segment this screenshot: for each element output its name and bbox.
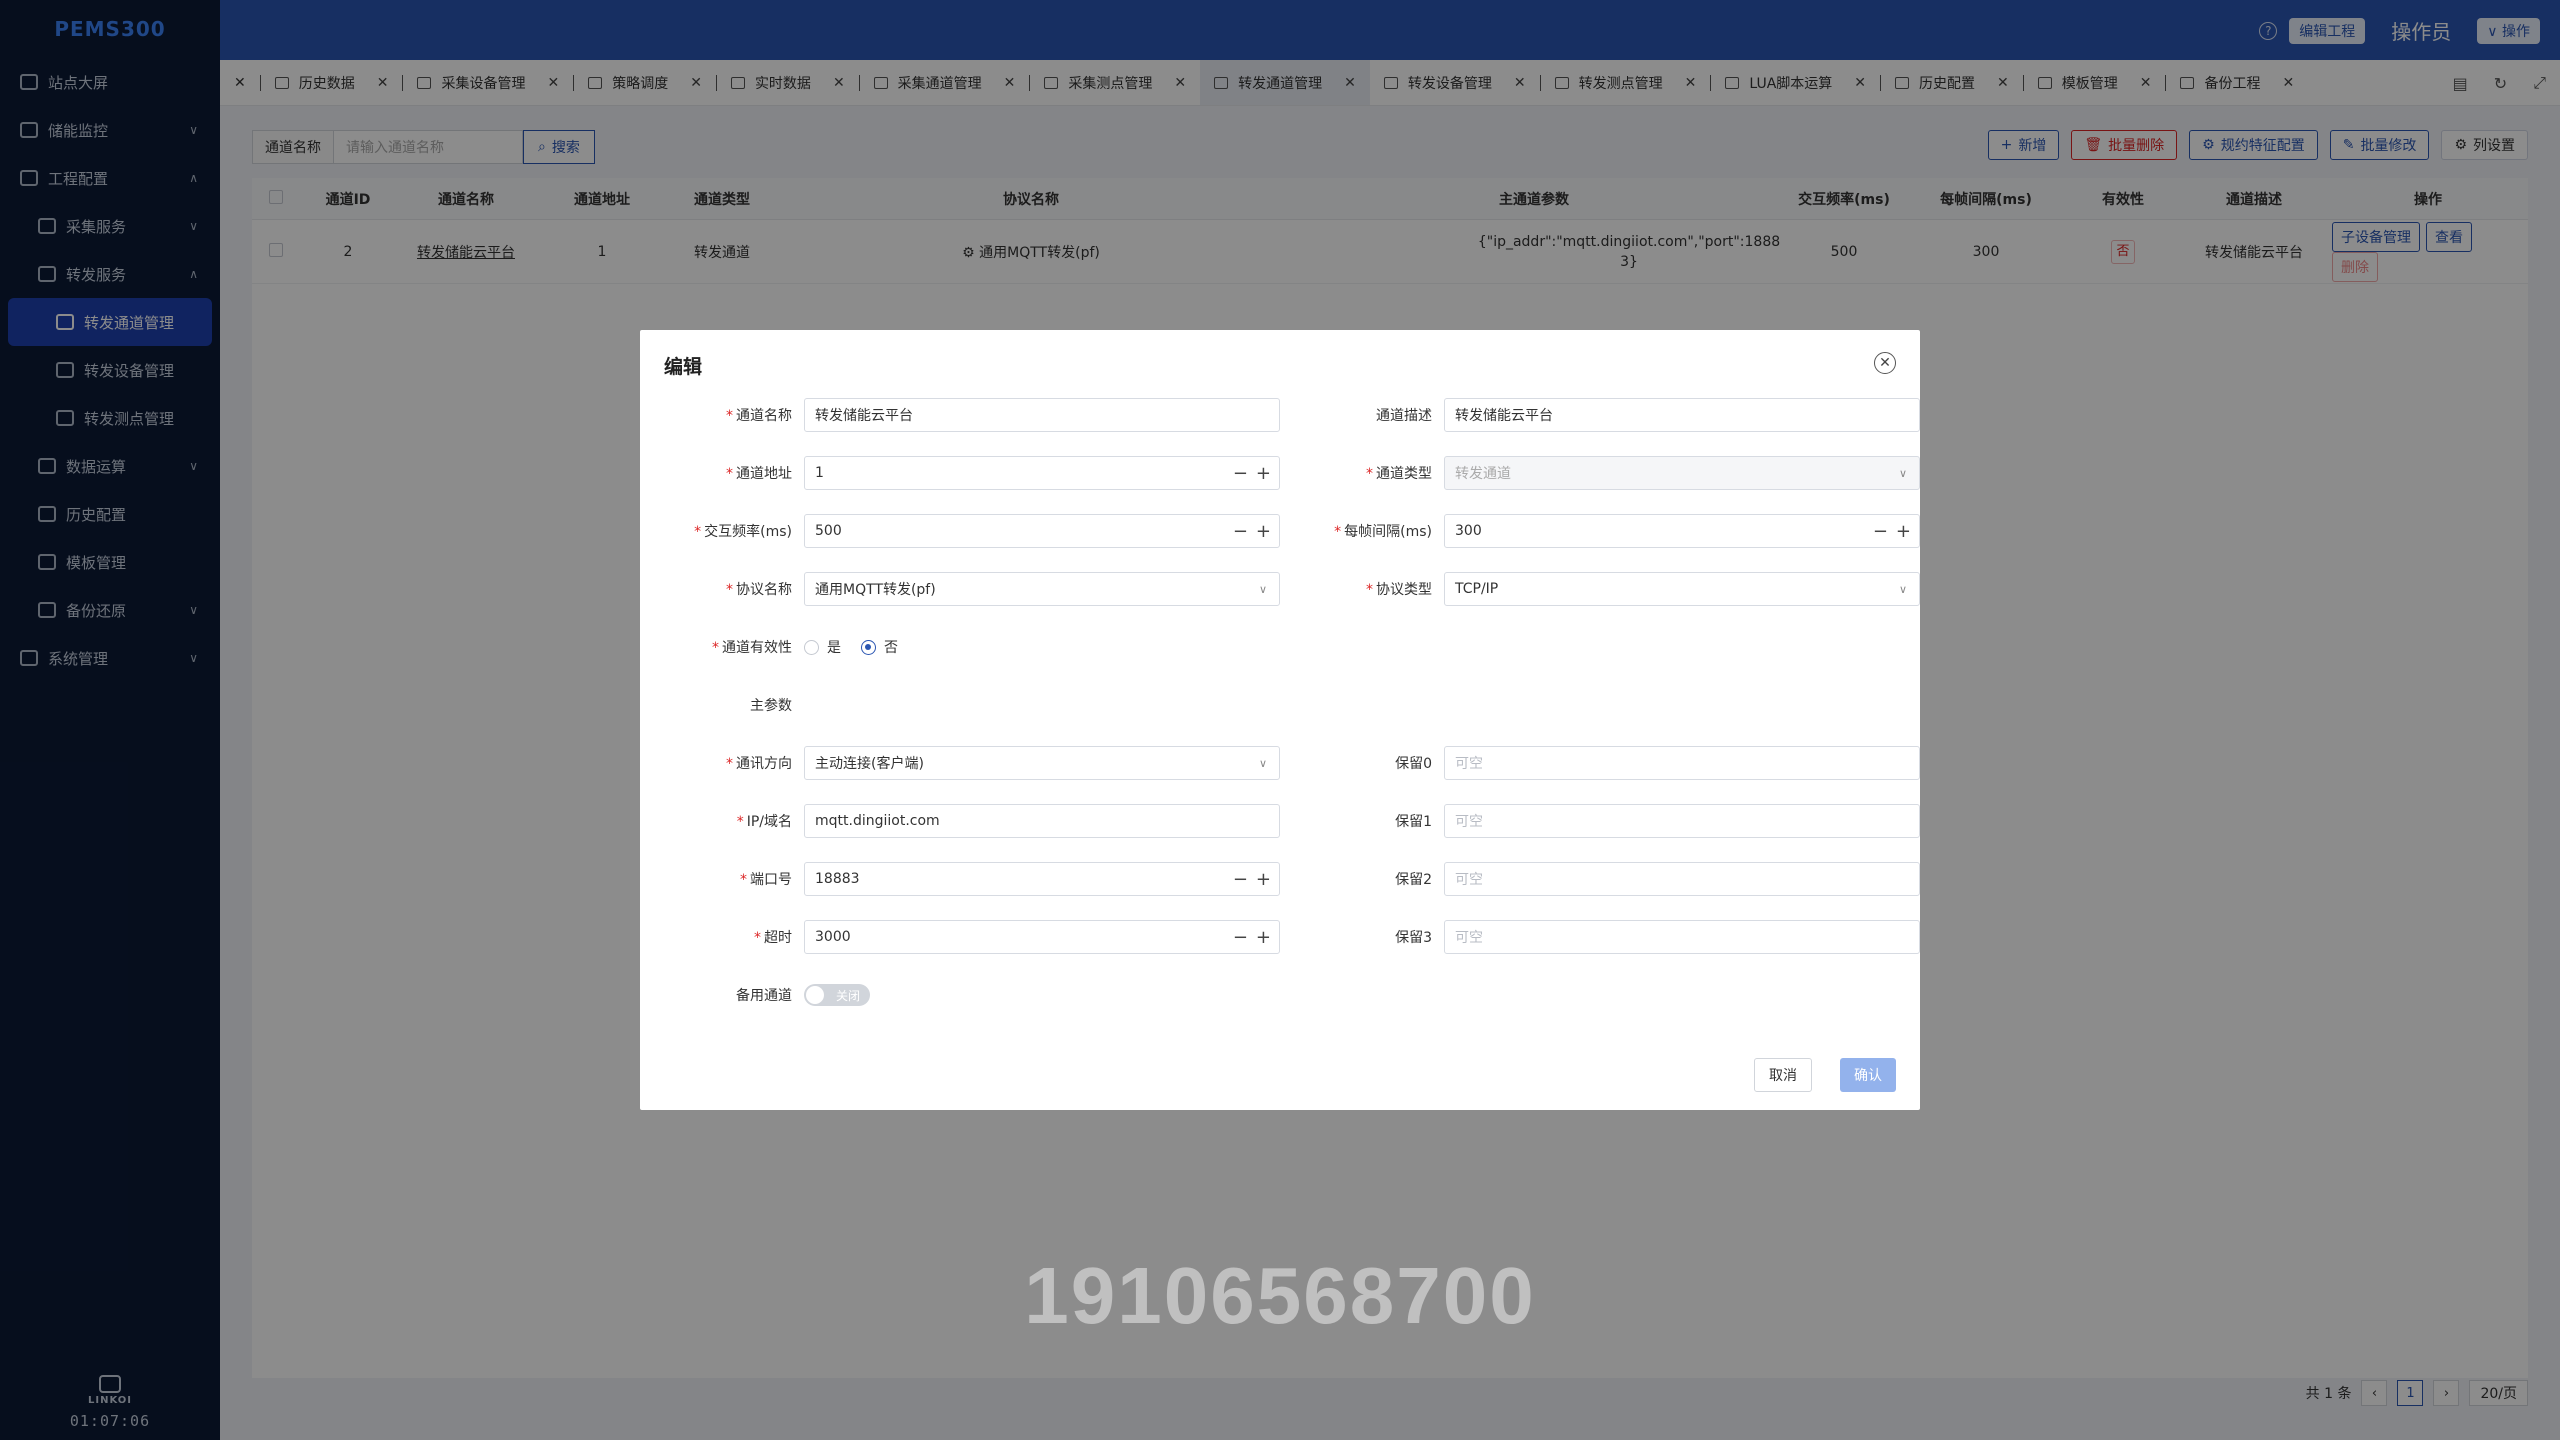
plus-icon[interactable]: + — [1896, 521, 1911, 542]
field-channel-name: * 通道名称 转发储能云平台 — [640, 398, 1280, 432]
chevron-down-icon: ∨ — [1898, 582, 1907, 596]
reserve2-input[interactable]: 可空 — [1444, 862, 1920, 896]
field-interaction-freq: * 交互频率(ms) 500− + — [640, 514, 1280, 548]
confirm-button[interactable]: 确认 — [1840, 1058, 1896, 1092]
channel-address-input[interactable]: 1− + — [804, 456, 1280, 490]
protocol-name-select[interactable]: 通用MQTT转发(pf) ∨ — [804, 572, 1280, 606]
valid-yes-radio[interactable] — [804, 639, 819, 655]
close-icon[interactable]: ✕ — [1874, 352, 1896, 374]
field-frame-interval: * 每帧间隔(ms) 300− + — [1280, 514, 1920, 548]
minus-icon[interactable]: − — [1233, 463, 1248, 484]
channel-desc-input[interactable]: 转发储能云平台 — [1444, 398, 1920, 432]
minus-icon[interactable]: − — [1233, 869, 1248, 890]
plus-icon[interactable]: + — [1256, 927, 1271, 948]
reserve3-input[interactable]: 可空 — [1444, 920, 1920, 954]
field-reserve3: 保留3 可空 — [1280, 920, 1920, 954]
field-channel-type: * 通道类型 转发通道 ∨ — [1280, 456, 1920, 490]
protocol-type-select[interactable]: TCP/IP ∨ — [1444, 572, 1920, 606]
frame-interval-input[interactable]: 300− + — [1444, 514, 1920, 548]
field-ip: * IP/域名 mqtt.dingiiot.com — [640, 804, 1280, 838]
reserve1-input[interactable]: 可空 — [1444, 804, 1920, 838]
field-channel-desc: 通道描述 转发储能云平台 — [1280, 398, 1920, 432]
toggle-knob — [806, 986, 824, 1004]
field-reserve2: 保留2 可空 — [1280, 862, 1920, 896]
ip-domain-input[interactable]: mqtt.dingiiot.com — [804, 804, 1280, 838]
field-protocol-type: * 协议类型 TCP/IP ∨ — [1280, 572, 1920, 606]
valid-no-radio[interactable] — [861, 639, 876, 655]
chevron-down-icon: ∨ — [1898, 466, 1907, 480]
minus-icon[interactable]: − — [1873, 521, 1888, 542]
plus-icon[interactable]: + — [1256, 463, 1271, 484]
section-main-params: 主参数 — [750, 698, 792, 714]
reserve0-input[interactable]: 可空 — [1444, 746, 1920, 780]
chevron-down-icon: ∨ — [1258, 582, 1267, 596]
field-direction: * 通讯方向 主动连接(客户端) ∨ — [640, 746, 1280, 780]
field-channel-validity: * 通道有效性 是 否 — [712, 639, 898, 656]
timeout-input[interactable]: 3000− + — [804, 920, 1280, 954]
channel-name-input[interactable]: 转发储能云平台 — [804, 398, 1280, 432]
field-timeout: * 超时 3000− + — [640, 920, 1280, 954]
channel-type-select: 转发通道 ∨ — [1444, 456, 1920, 490]
modal-title: 编辑 — [664, 356, 703, 378]
field-channel-address: * 通道地址 1− + — [640, 456, 1280, 490]
minus-icon[interactable]: − — [1233, 927, 1248, 948]
backup-channel-toggle[interactable]: 关闭 — [804, 984, 870, 1006]
field-protocol-name: * 协议名称 通用MQTT转发(pf) ∨ — [640, 572, 1280, 606]
minus-icon[interactable]: − — [1233, 521, 1248, 542]
field-port: * 端口号 18883− + — [640, 862, 1280, 896]
field-backup-channel: 备用通道 关闭 — [640, 978, 870, 1012]
plus-icon[interactable]: + — [1256, 869, 1271, 890]
direction-select[interactable]: 主动连接(客户端) ∨ — [804, 746, 1280, 780]
plus-icon[interactable]: + — [1256, 521, 1271, 542]
port-input[interactable]: 18883− + — [804, 862, 1280, 896]
cancel-button[interactable]: 取消 — [1754, 1058, 1812, 1092]
edit-modal: 编辑 ✕ * 通道名称 转发储能云平台 通道描述 转发储能云平台 * 通道地址 1−… — [640, 330, 1920, 1110]
interaction-freq-input[interactable]: 500− + — [804, 514, 1280, 548]
field-reserve0: 保留0 可空 — [1280, 746, 1920, 780]
watermark: 19106568700 — [1024, 1251, 1536, 1340]
chevron-down-icon: ∨ — [1258, 756, 1267, 770]
field-reserve1: 保留1 可空 — [1280, 804, 1920, 838]
